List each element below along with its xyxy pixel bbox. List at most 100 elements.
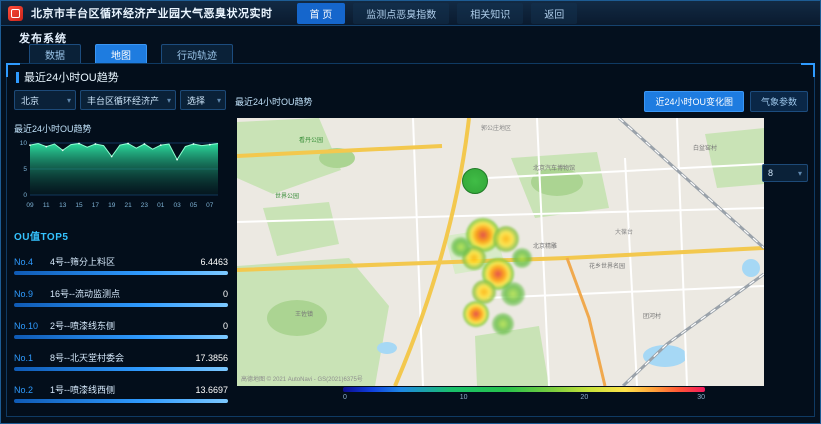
map-poi-label: 大葆台	[615, 230, 633, 236]
heat-blob	[451, 237, 471, 257]
map-poi-label: 白盆窑村	[693, 146, 717, 152]
top5-value: 0	[223, 321, 228, 331]
svg-text:01: 01	[157, 202, 165, 209]
svg-text:21: 21	[124, 202, 132, 209]
svg-text:10: 10	[20, 140, 28, 147]
map-button-1[interactable]: 近24小时OU变化图	[644, 91, 744, 112]
svg-text:17: 17	[92, 202, 100, 209]
map-poi-label: 团河村	[643, 314, 661, 320]
map-header: 最近24小时OU趋势 近24小时OU变化图气象参数	[235, 90, 808, 112]
heat-blob	[463, 301, 489, 327]
nav-item-4[interactable]: 返回	[531, 3, 577, 24]
trend-chart: 0510091113151719212301030507	[14, 137, 228, 224]
svg-text:09: 09	[26, 202, 34, 209]
top5-value: 13.6697	[195, 385, 228, 395]
heat-blob	[493, 226, 519, 252]
legend-ticks: 0 10 20 30	[343, 394, 705, 404]
svg-text:05: 05	[190, 202, 198, 209]
svg-text:11: 11	[43, 202, 50, 209]
map-button-2[interactable]: 气象参数	[750, 91, 808, 112]
nav-item-1[interactable]: 首 页	[297, 3, 346, 24]
top5-rank: No.9	[14, 289, 50, 299]
svg-text:13: 13	[59, 202, 67, 209]
filter-select-value: 北京	[21, 94, 39, 107]
svg-text:23: 23	[141, 202, 149, 209]
top5-bar-fill	[14, 271, 228, 275]
view-tabs: 数据地图行动轨迹	[29, 44, 233, 65]
top5-list: No.44号--筛分上料区6.4463No.916号--流动监测点0No.102…	[14, 255, 228, 403]
filter-select-1[interactable]: 北京 ▾	[14, 90, 76, 110]
top5-item-1: No.44号--筛分上料区6.4463	[14, 255, 228, 275]
tab-1[interactable]: 数据	[29, 44, 81, 65]
hour-select-value: 8	[768, 168, 773, 178]
top5-row: No.44号--筛分上料区6.4463	[14, 255, 228, 268]
svg-text:15: 15	[75, 202, 83, 209]
nav-item-3[interactable]: 相关知识	[457, 3, 523, 24]
top5-row: No.916号--流动监测点0	[14, 287, 228, 300]
trend-chart-svg: 0510091113151719212301030507	[14, 137, 224, 219]
panel-title: 最近24小时OU趋势	[24, 69, 119, 85]
heat-blob	[501, 282, 525, 306]
filter-select-value: 丰台区循环经济产	[87, 94, 159, 107]
top5-value: 0	[223, 289, 228, 299]
top5-item-5: No.21号--喷漆线西侧13.6697	[14, 383, 228, 403]
panel-title-row: 最近24小时OU趋势	[16, 69, 119, 85]
map-poi-label: 北京汽车博物馆	[533, 166, 575, 172]
map-poi-label: 世界公园	[275, 194, 299, 200]
chevron-down-icon: ▾	[67, 96, 71, 105]
legend-tick: 30	[697, 394, 705, 401]
heat-blob	[492, 313, 514, 335]
top5-item-3: No.102号--喷漆线东侧0	[14, 319, 228, 339]
legend-tick: 20	[580, 394, 588, 401]
main-panel: 最近24小时OU趋势 北京▾丰台区循环经济产▾选择▾ 最近24小时OU趋势 05…	[6, 63, 815, 417]
legend-gradient-bar	[343, 387, 705, 392]
chevron-down-icon: ▾	[798, 169, 802, 178]
top5-bar-track	[14, 271, 228, 275]
filter-select-3[interactable]: 选择▾	[180, 90, 226, 110]
legend-tick: 0	[343, 394, 347, 401]
top5-row: No.102号--喷漆线东侧0	[14, 319, 228, 332]
hour-select[interactable]: 8 ▾	[762, 164, 808, 182]
top5-bar-fill	[14, 399, 228, 403]
panel-title-accent-icon	[16, 72, 19, 83]
top5-value: 17.3856	[195, 353, 228, 363]
top5-row: No.18号--北天堂村委会17.3856	[14, 351, 228, 364]
nav-item-2[interactable]: 监测点恶臭指数	[353, 3, 449, 24]
tab-2[interactable]: 地图	[95, 44, 147, 65]
top5-title: OU值TOP5	[14, 228, 228, 243]
top5-point-name: 16号--流动监测点	[50, 287, 223, 300]
top5-bar-fill	[14, 335, 228, 339]
filter-select-value: 选择	[187, 94, 205, 107]
map-attribution: 高德地图 © 2021 AutoNavi - GS(2021)6375号	[241, 374, 363, 383]
map-poi-label: 王佐镇	[295, 312, 313, 318]
top5-bar-track	[14, 303, 228, 307]
trend-chart-title: 最近24小时OU趋势	[14, 122, 228, 135]
map-poi-label: 看丹公园	[299, 138, 323, 144]
top5-rank: No.2	[14, 385, 50, 395]
svg-text:19: 19	[108, 202, 116, 209]
tab-3[interactable]: 行动轨迹	[161, 44, 233, 65]
top5-rank: No.10	[14, 321, 50, 331]
top5-rank: No.4	[14, 257, 50, 267]
svg-text:5: 5	[23, 166, 27, 173]
top5-bar-fill	[14, 303, 228, 307]
map-poi-label: 花乡世界名园	[589, 264, 625, 270]
map-section-title: 最近24小时OU趋势	[235, 95, 313, 108]
top5-bar-track	[14, 335, 228, 339]
map-section: 最近24小时OU趋势 近24小时OU变化图气象参数	[235, 90, 808, 410]
top5-point-name: 2号--喷漆线东侧	[50, 319, 223, 332]
main-nav: 首 页监测点恶臭指数相关知识返回	[297, 3, 578, 24]
app-window: 北京市丰台区循环经济产业园大气恶臭状况实时 首 页监测点恶臭指数相关知识返回 发…	[0, 0, 821, 424]
app-title: 北京市丰台区循环经济产业园大气恶臭状况实时	[31, 5, 273, 21]
map-canvas[interactable]: 看丹公园郭公庄地区世界公园北京汽车博物馆大葆台花乡世界名园北京精雕团河村白盆窑村…	[237, 118, 764, 386]
chevron-down-icon: ▾	[167, 96, 171, 105]
map-buttons: 近24小时OU变化图气象参数	[644, 91, 808, 112]
ou-color-legend: 0 10 20 30	[343, 387, 705, 404]
app-logo-icon	[8, 6, 23, 21]
pie-marker	[462, 168, 488, 194]
top5-row: No.21号--喷漆线西侧13.6697	[14, 383, 228, 396]
legend-tick: 10	[460, 394, 468, 401]
filter-select-2[interactable]: 丰台区循环经济产 ▾	[80, 90, 176, 110]
filter-row: 北京 ▾ 丰台区循环经济产 ▾ 选择▾	[14, 90, 228, 110]
top5-rank: No.1	[14, 353, 50, 363]
